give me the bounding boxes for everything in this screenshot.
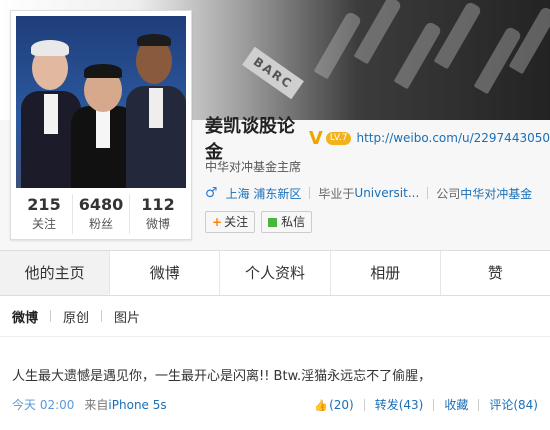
follow-label: 关注 [224,215,249,229]
divider [478,398,480,411]
profile-details: ♂ 上海 浦东新区 毕业于 Universit... 公司 中华对冲基金 [205,183,550,203]
post-text: 人生最大遗憾是遇见你，一生最开心是闪离!! Btw.淫猫永远忘不了偷腥， [12,369,432,384]
male-gender-icon: ♂ [205,185,218,201]
education-label: 毕业于 [318,186,355,201]
source-label: 来自 [84,398,109,412]
tab-weibo[interactable]: 微博 [110,251,221,295]
like-count: (20) [329,397,354,412]
favorite-button[interactable]: 收藏 [444,396,468,413]
stat-posts-count: 112 [141,195,175,214]
divider [363,398,365,411]
divider [309,187,311,199]
company-label: 公司 [436,186,461,201]
plus-icon: + [212,215,223,229]
post-time[interactable]: 今天 02:00 [12,396,74,413]
message-label: 私信 [281,215,306,229]
location-link[interactable]: 上海 浦东新区 [226,185,302,202]
stat-following[interactable]: 215 关注 [16,194,73,234]
tab-profile[interactable]: 个人资料 [220,251,331,295]
filter-images[interactable]: 图片 [114,307,140,326]
cover-bottles [300,0,550,120]
stat-following-count: 215 [27,195,61,214]
divider [427,187,429,199]
comment-button[interactable]: 评论(84) [489,396,538,413]
avatar[interactable] [16,16,186,188]
feed: 微博 原创 图片 人生最大遗憾是遇见你，一生最开心是闪离!! Btw.淫猫永远忘… [0,296,550,430]
thumbs-up-icon: 👍 [314,398,329,412]
divider [101,310,103,322]
name-row: 姜凯谈股论金 V LV.7 http://weibo.com/u/2297443… [205,116,550,163]
filter-all[interactable]: 微博 [12,307,38,326]
verified-badge-icon[interactable]: V [309,128,323,149]
post-meta: 今天 02:00 来自iPhone 5s 👍(20) 转发(43) 收藏 评论(… [12,396,538,413]
profile-url-link[interactable]: http://weibo.com/u/2297443050 [356,131,550,145]
profile-title: 中华对冲基金主席 [205,160,302,174]
message-button[interactable]: 私信 [261,211,313,233]
cover-sign: BARC [242,46,304,100]
tab-likes[interactable]: 赞 [441,251,550,295]
filter-original[interactable]: 原创 [63,307,89,326]
like-button[interactable]: 👍(20) [314,398,353,412]
stat-posts[interactable]: 112 微博 [130,194,186,234]
post-actions: 👍(20) 转发(43) 收藏 评论(84) [314,396,538,413]
stat-following-label: 关注 [31,217,56,231]
stat-posts-label: 微博 [145,217,170,231]
company-link[interactable]: 中华对冲基金 [460,185,532,202]
stat-followers-label: 粉丝 [88,217,113,231]
education-link[interactable]: Universit... [354,186,419,200]
feed-filter: 微博 原创 图片 [0,296,550,337]
stat-followers[interactable]: 6480 粉丝 [73,194,130,234]
avatar-card: 215 关注 6480 粉丝 112 微博 [10,10,192,240]
stat-followers-count: 6480 [78,195,124,214]
source-link[interactable]: iPhone 5s [108,398,166,412]
profile-actions: + 关注 私信 [205,211,550,233]
profile-info: 姜凯谈股论金 V LV.7 http://weibo.com/u/2297443… [205,116,550,233]
tab-album[interactable]: 相册 [331,251,441,295]
divider [433,398,435,411]
profile-tabs: 他的主页 微博 个人资料 相册 赞 [0,250,550,296]
divider [50,310,52,322]
tab-home[interactable]: 他的主页 [0,251,111,295]
level-badge[interactable]: LV.7 [325,131,352,145]
post-source: 来自iPhone 5s [84,396,166,413]
message-icon [268,217,278,227]
profile-stats: 215 关注 6480 粉丝 112 微博 [16,194,186,234]
follow-button[interactable]: + 关注 [205,211,256,233]
repost-button[interactable]: 转发(43) [375,396,424,413]
